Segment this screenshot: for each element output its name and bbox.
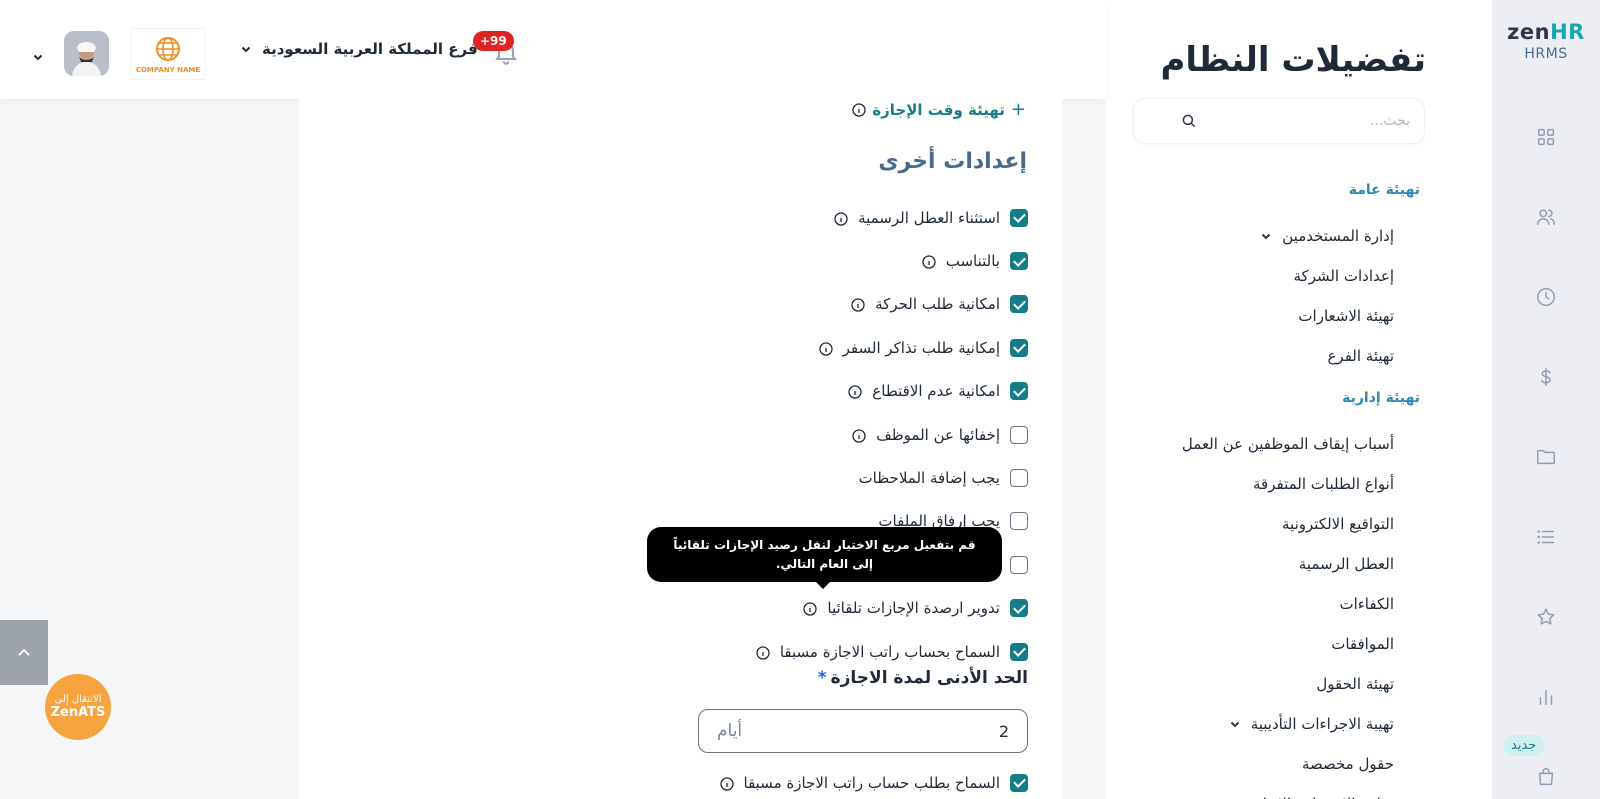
bag-icon[interactable] — [1534, 765, 1558, 789]
chevron-down-icon — [33, 54, 43, 61]
zenats-button[interactable]: الانتقال إلى ZenATS — [45, 674, 111, 740]
info-icon[interactable] — [834, 211, 848, 226]
nav-item-user-management[interactable]: إدارة المستخدمين — [1120, 216, 1394, 256]
info-icon[interactable] — [756, 645, 770, 660]
scroll-to-top-button[interactable] — [0, 620, 48, 685]
nav-item-onboarding-forms[interactable]: نماذج الانضمام والانهاء — [1120, 784, 1394, 799]
avatar[interactable] — [64, 31, 109, 76]
company-logo: COMPANY NAME — [131, 28, 205, 80]
checkbox[interactable] — [1010, 208, 1028, 227]
checkbox[interactable] — [1010, 512, 1028, 531]
option-row: يجب إضافة الملاحظات — [299, 456, 1062, 499]
section-title: إعدادات أخرى — [878, 149, 1027, 174]
nav-item-competencies[interactable]: الكفاءات — [1120, 584, 1394, 624]
checkbox[interactable] — [1010, 252, 1028, 271]
checkbox[interactable] — [1010, 382, 1028, 401]
checkbox[interactable] — [1010, 425, 1028, 444]
search-input[interactable] — [1210, 113, 1410, 129]
dollar-icon[interactable] — [1534, 365, 1558, 389]
checkbox[interactable] — [1010, 773, 1028, 792]
new-badge: جديد — [1503, 735, 1545, 756]
settings-nav-list: تهيئة عامة إدارة المستخدمين إعدادات الشر… — [1120, 178, 1420, 799]
settings-nav-panel: تفضيلات النظام تهيئة عامة إدارة المستخدم… — [1106, 0, 1492, 799]
option-row: السماح بحساب راتب الاجازة مسبقا — [299, 630, 1062, 673]
folder-icon[interactable] — [1534, 445, 1558, 469]
min-duration-input[interactable] — [949, 721, 1009, 741]
chevron-down-icon — [1230, 721, 1239, 728]
branch-name: فرع المملكة العربية السعودية — [262, 40, 478, 58]
option-row: امكانية طلب الحركة — [299, 283, 1062, 326]
min-duration-field: أيام — [698, 709, 1028, 753]
option-row: إمكانية طلب تذاكر السفر — [299, 326, 1062, 369]
info-icon[interactable] — [818, 341, 833, 356]
option-row: امكانية عدم الاقتطاع — [299, 370, 1062, 413]
nav-item-company-settings[interactable]: إعدادات الشركة — [1120, 256, 1394, 296]
info-icon[interactable] — [852, 428, 866, 443]
notification-count-badge: +99 — [473, 31, 514, 51]
nav-item-disciplinary[interactable]: تهيبة الاجراءات التأديبية — [1120, 704, 1394, 744]
page-title: تفضيلات النظام — [1160, 40, 1426, 80]
configure-leave-time-link[interactable]: + تهيئة وقت الإجازة — [852, 99, 1026, 120]
min-duration-label: الحد الأدنى لمدة الاجازة* — [817, 668, 1028, 688]
nav-item-misc-requests[interactable]: أنواع الطلبات المتفرقة — [1120, 464, 1394, 504]
logo-subtitle: HRMS — [1524, 46, 1568, 62]
tooltip: قم بتفعيل مربع الاختيار لنقل رصيد الإجاز… — [647, 527, 1002, 589]
nav-section-admin: تهيئة إدارية — [1342, 390, 1420, 406]
checkbox[interactable] — [1010, 642, 1028, 661]
info-icon[interactable] — [719, 776, 734, 791]
nav-item-suspension-reasons[interactable]: أسباب إيقاف الموظفين عن العمل — [1120, 424, 1394, 464]
user-menu-toggle[interactable] — [32, 48, 44, 67]
search-box — [1133, 98, 1425, 144]
leave-settings-card: + تهيئة وقت الإجازة إعدادات أخرى استثناء… — [299, 99, 1062, 799]
search-icon — [1182, 114, 1196, 128]
icon-rail: zenHR HRMS جديد — [1492, 0, 1600, 799]
chevron-up-icon — [18, 648, 30, 656]
dashboard-icon[interactable] — [1534, 125, 1558, 149]
checkbox[interactable] — [1010, 555, 1028, 574]
options-list: استثناء العطل الرسمية بالتناسب امكانية ط… — [299, 196, 1062, 673]
unit-label: أيام — [717, 721, 743, 741]
nav-item-custom-fields[interactable]: حقول مخصصة — [1120, 744, 1394, 784]
chevron-down-icon — [241, 46, 251, 53]
info-icon[interactable] — [851, 297, 865, 313]
users-icon[interactable] — [1534, 205, 1558, 229]
clock-icon[interactable] — [1534, 285, 1558, 309]
list-icon[interactable] — [1534, 525, 1558, 549]
info-icon[interactable] — [848, 384, 862, 399]
chart-icon[interactable] — [1534, 685, 1558, 709]
options-list-continued: السماح بطلب حساب راتب الاجازة مسبقا — [299, 761, 1062, 799]
checkbox[interactable] — [1010, 338, 1028, 357]
nav-item-notifications[interactable]: تهيئة الاشعارات — [1120, 296, 1394, 336]
zenhr-logo[interactable]: zenHR HRMS — [1492, 20, 1600, 62]
option-row: استثناء العطل الرسمية — [299, 196, 1062, 239]
nav-item-fields[interactable]: تهيئة الحقول — [1120, 664, 1394, 704]
option-row: السماح بطلب حساب راتب الاجازة مسبقا — [299, 761, 1062, 799]
globe-icon — [156, 37, 180, 61]
chevron-down-icon — [1262, 233, 1271, 240]
star-icon[interactable] — [1534, 605, 1558, 629]
user-photo — [64, 31, 109, 76]
checkbox[interactable] — [1010, 599, 1028, 618]
nav-section-general: تهيئة عامة — [1348, 182, 1420, 198]
info-icon[interactable] — [803, 601, 818, 616]
plus-icon: + — [1010, 99, 1026, 120]
branch-selector[interactable]: فرع المملكة العربية السعودية — [240, 40, 478, 58]
nav-item-holidays[interactable]: العطل الرسمية — [1120, 544, 1394, 584]
option-row: تدوير ارصدة الإجازات تلقائيا — [299, 587, 1062, 630]
nav-item-e-signatures[interactable]: التواقيع الالكترونية — [1120, 504, 1394, 544]
checkbox[interactable] — [1010, 469, 1028, 488]
top-bar: +99 فرع المملكة العربية السعودية COMPANY… — [0, 0, 1106, 99]
checkbox[interactable] — [1010, 295, 1028, 314]
option-row: بالتناسب — [299, 239, 1062, 282]
nav-item-approvals[interactable]: الموافقات — [1120, 624, 1394, 664]
option-row: إخفائها عن الموظف — [299, 413, 1062, 456]
info-icon[interactable] — [852, 102, 866, 117]
nav-item-branch[interactable]: تهيئة الفرع — [1120, 336, 1394, 376]
info-icon[interactable] — [922, 254, 936, 269]
